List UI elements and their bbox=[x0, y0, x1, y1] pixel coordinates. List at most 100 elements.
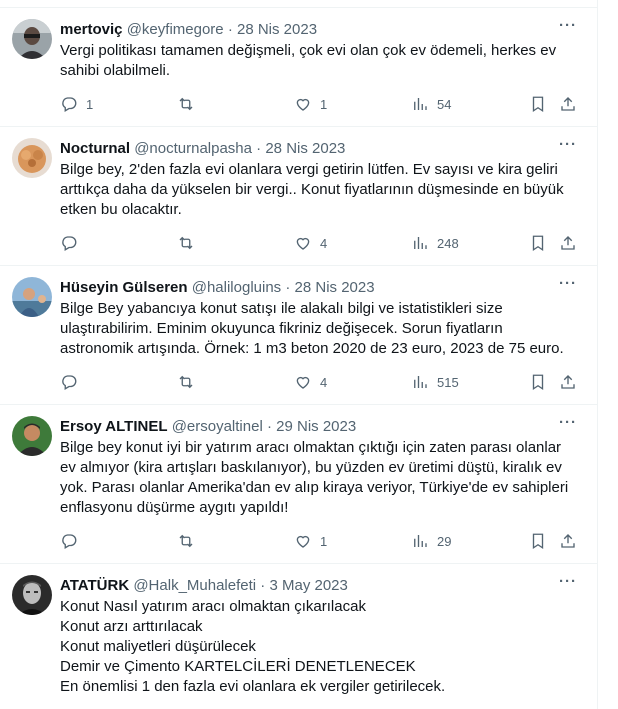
tweet[interactable]: Hüseyin Gülseren @halilogluins · 28 Nis … bbox=[0, 266, 597, 405]
views-count: 515 bbox=[437, 374, 459, 390]
person-avatar-icon[interactable] bbox=[12, 19, 52, 59]
views-chart-icon bbox=[414, 98, 427, 110]
tweet-text-line: enflasyonu düşürme aygıtı yapıldı! bbox=[60, 499, 289, 516]
views-count: 248 bbox=[437, 235, 459, 251]
separator-dot: · bbox=[227, 21, 233, 38]
tweet[interactable]: mertoviç @keyfimegore · 28 Nis 2023 ··· … bbox=[0, 8, 597, 127]
author-name[interactable]: Nocturnal bbox=[60, 140, 130, 157]
reply-icon bbox=[62, 534, 77, 549]
bookmark-button[interactable] bbox=[529, 531, 547, 551]
like-count: 4 bbox=[320, 374, 328, 390]
author-handle[interactable]: @nocturnalpasha bbox=[134, 140, 252, 157]
tweet-text-line: yok. Parası olanlar Amerika'dan ev alıp … bbox=[60, 479, 569, 496]
like-count: 1 bbox=[320, 96, 328, 112]
views-button[interactable]: 248 bbox=[411, 233, 459, 253]
tweet-text-line: Bilge bey konut iyi bir yatırım aracı ol… bbox=[60, 439, 562, 456]
bookmark-icon bbox=[532, 235, 544, 252]
share-icon bbox=[561, 97, 575, 111]
retweet-icon bbox=[179, 236, 193, 250]
tweet-actions: 1 29 bbox=[60, 531, 590, 551]
retweet-button[interactable] bbox=[177, 531, 203, 551]
tweet-text-line: astronomik artışında. Örnek: 1 m3 beton … bbox=[60, 340, 564, 357]
reply-icon bbox=[62, 97, 77, 112]
like-button[interactable]: 1 bbox=[294, 531, 327, 551]
like-button[interactable]: 4 bbox=[294, 233, 327, 253]
more-options-icon[interactable]: ··· bbox=[557, 415, 579, 437]
share-button[interactable] bbox=[559, 372, 577, 392]
tweet-text-line: ulaştırabilirim. Eminim okuyunca fikrini… bbox=[60, 320, 503, 337]
share-icon bbox=[561, 375, 575, 389]
timeline-top-divider bbox=[0, 0, 598, 8]
dog-avatar-icon[interactable] bbox=[12, 138, 52, 178]
bookmark-icon bbox=[532, 533, 544, 550]
tweet-date[interactable]: 28 Nis 2023 bbox=[265, 140, 345, 157]
more-options-icon[interactable]: ··· bbox=[557, 18, 579, 40]
retweet-button[interactable] bbox=[177, 94, 203, 114]
tweet-actions: 4 248 bbox=[60, 233, 590, 253]
portrait-avatar-icon[interactable] bbox=[12, 575, 52, 615]
author-handle[interactable]: @keyfimegore bbox=[127, 21, 224, 38]
separator-dot: · bbox=[260, 577, 266, 594]
tweet-text-line: etken bu olacaktır. bbox=[60, 201, 182, 218]
share-icon bbox=[561, 534, 575, 548]
retweet-button[interactable] bbox=[177, 233, 203, 253]
tweet-date[interactable]: 29 Nis 2023 bbox=[276, 418, 356, 435]
views-button[interactable]: 54 bbox=[411, 94, 451, 114]
tweet[interactable]: Ersoy ALTINEL @ersoyaltinel · 29 Nis 202… bbox=[0, 405, 597, 564]
share-button[interactable] bbox=[559, 233, 577, 253]
views-chart-icon bbox=[414, 376, 427, 388]
tweet-date[interactable]: 28 Nis 2023 bbox=[237, 21, 317, 38]
tweet-header: Nocturnal @nocturnalpasha · 28 Nis 2023 bbox=[60, 139, 557, 159]
tweet-text: Vergi politikası tamamen değişmeli, çok … bbox=[60, 41, 588, 81]
tweet-date[interactable]: 3 May 2023 bbox=[269, 577, 347, 594]
tweet-text-line: Bilge bey, 2'den fazla evi olanlara verg… bbox=[60, 161, 558, 178]
tweet-date[interactable]: 28 Nis 2023 bbox=[295, 279, 375, 296]
views-count: 29 bbox=[437, 533, 452, 549]
tweet-text-line: sahibi olabilmeli. bbox=[60, 62, 171, 79]
tweet[interactable]: Nocturnal @nocturnalpasha · 28 Nis 2023 … bbox=[0, 127, 597, 266]
author-handle[interactable]: @halilogluins bbox=[192, 279, 281, 296]
tweet-actions: 1 1 54 bbox=[60, 94, 590, 114]
views-count: 54 bbox=[437, 96, 452, 112]
bookmark-button[interactable] bbox=[529, 94, 547, 114]
share-icon bbox=[561, 236, 575, 250]
author-name[interactable]: Hüseyin Gülseren bbox=[60, 279, 188, 296]
share-button[interactable] bbox=[559, 94, 577, 114]
tweet[interactable]: ATATÜRK @Halk_Muhalefeti · 3 May 2023 ··… bbox=[0, 564, 597, 709]
like-button[interactable]: 1 bbox=[294, 94, 327, 114]
heart-icon bbox=[296, 237, 310, 250]
retweet-button[interactable] bbox=[177, 372, 203, 392]
author-name[interactable]: mertoviç bbox=[60, 21, 123, 38]
tweet-header: Hüseyin Gülseren @halilogluins · 28 Nis … bbox=[60, 278, 557, 298]
reply-button[interactable]: 1 bbox=[60, 94, 93, 114]
bookmark-button[interactable] bbox=[529, 233, 547, 253]
tweet-text-line: Konut arzı arttırılacak bbox=[60, 618, 203, 635]
author-name[interactable]: Ersoy ALTINEL bbox=[60, 418, 168, 435]
author-handle[interactable]: @Halk_Muhalefeti bbox=[133, 577, 256, 594]
views-button[interactable]: 29 bbox=[411, 531, 451, 551]
separator-dot: · bbox=[256, 140, 262, 157]
like-button[interactable]: 4 bbox=[294, 372, 327, 392]
share-button[interactable] bbox=[559, 531, 577, 551]
more-options-icon[interactable]: ··· bbox=[557, 276, 579, 298]
reply-button[interactable] bbox=[60, 233, 86, 253]
views-chart-icon bbox=[414, 535, 427, 547]
reply-button[interactable] bbox=[60, 531, 86, 551]
outdoor-avatar-icon[interactable] bbox=[12, 277, 52, 317]
tweet-text-line: ev almıyor (kira artışları baskılanıyor)… bbox=[60, 459, 562, 476]
person-avatar-icon[interactable] bbox=[12, 416, 52, 456]
tweet-text-line: Demir ve Çimento KARTELCİLERİ DENETLENEC… bbox=[60, 658, 416, 675]
more-options-icon[interactable]: ··· bbox=[557, 137, 579, 159]
reply-button[interactable] bbox=[60, 372, 86, 392]
separator-dot: · bbox=[266, 418, 272, 435]
tweet-header: Ersoy ALTINEL @ersoyaltinel · 29 Nis 202… bbox=[60, 417, 557, 437]
author-name[interactable]: ATATÜRK bbox=[60, 577, 129, 594]
tweet-text: Bilge Bey yabancıya konut satışı ile ala… bbox=[60, 299, 588, 359]
tweet-text: Bilge bey konut iyi bir yatırım aracı ol… bbox=[60, 438, 588, 518]
more-options-icon[interactable]: ··· bbox=[557, 574, 579, 596]
bookmark-icon bbox=[532, 96, 544, 113]
author-handle[interactable]: @ersoyaltinel bbox=[172, 418, 263, 435]
bookmark-button[interactable] bbox=[529, 372, 547, 392]
views-button[interactable]: 515 bbox=[411, 372, 459, 392]
tweet-text-line: Konut maliyetleri düşürülecek bbox=[60, 638, 256, 655]
